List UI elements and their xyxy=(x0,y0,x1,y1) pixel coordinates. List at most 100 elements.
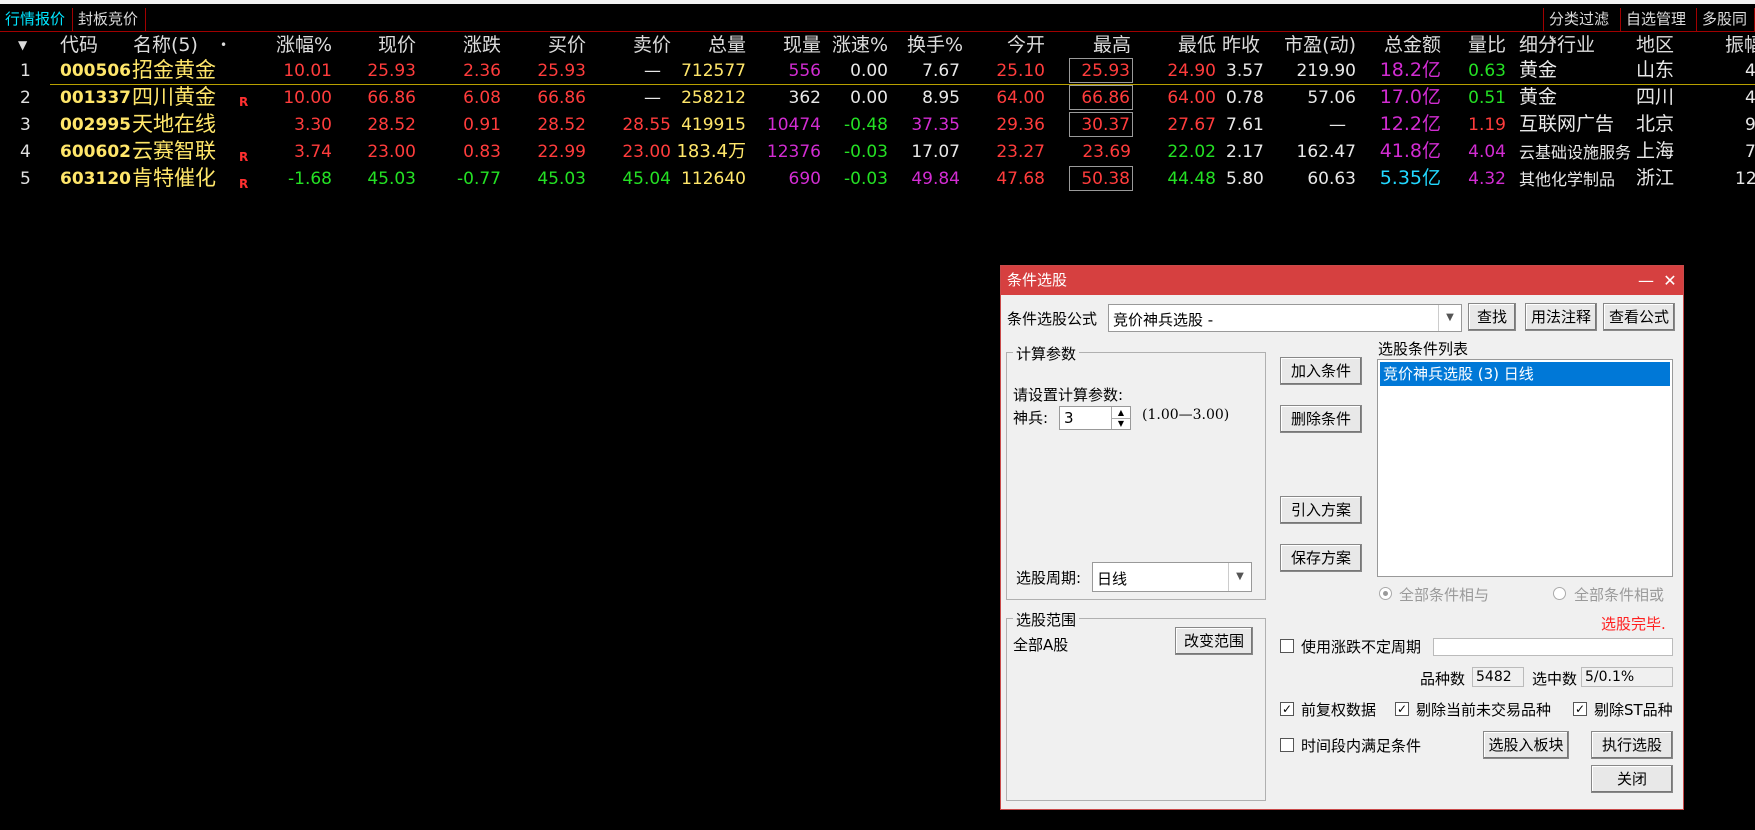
chg-pct: -1.68 xyxy=(288,169,332,189)
col-open[interactable]: 今开 xyxy=(970,33,1045,57)
period-select[interactable]: 日线 ▼ xyxy=(1092,562,1252,592)
find-button[interactable]: 查找 xyxy=(1468,303,1516,331)
col-bid[interactable]: 买价 xyxy=(505,33,586,57)
param-spinner[interactable]: 3 ▲ ▼ xyxy=(1059,406,1131,430)
col-vr[interactable]: 量比 xyxy=(1450,33,1506,57)
tab-filter[interactable]: 分类过滤* xyxy=(1543,8,1621,51)
sort-arrow-icon[interactable]: ▼ xyxy=(18,33,27,57)
ask: 45.04 xyxy=(622,169,671,189)
time-period-label: 时间段内满足条件 xyxy=(1301,737,1422,755)
price: 66.86 xyxy=(367,88,416,108)
prev-close: 7.61 xyxy=(1226,115,1264,135)
chg: 0.91 xyxy=(463,115,501,135)
col-price[interactable]: 现价 xyxy=(340,33,416,57)
col-code[interactable]: 代码 xyxy=(60,33,98,57)
high: 50.38 xyxy=(1069,166,1133,191)
col-ask[interactable]: 卖价 xyxy=(590,33,671,57)
amplitude: 9 xyxy=(1745,115,1755,135)
exclude-st-checkbox[interactable]: ✓ xyxy=(1573,702,1587,716)
open: 47.68 xyxy=(996,169,1045,189)
col-pe[interactable]: 市盈(动) xyxy=(1270,33,1356,57)
speed: 0.00 xyxy=(850,88,888,108)
col-cur-vol[interactable]: 现量 xyxy=(745,33,821,57)
row-index: 2 xyxy=(20,88,31,108)
tab-auction[interactable]: 封板竞价 xyxy=(73,8,146,31)
col-speed[interactable]: 涨速% xyxy=(820,33,888,57)
vol: 419915 xyxy=(681,115,746,135)
add-condition-button[interactable]: 加入条件 xyxy=(1280,357,1362,385)
industry: 云基础设施服务 xyxy=(1519,143,1632,162)
radio-or-label: 全部条件相或 xyxy=(1574,586,1665,604)
col-chg[interactable]: 涨跌 xyxy=(420,33,501,57)
pe: 57.06 xyxy=(1307,88,1356,108)
exclude-notrade-label: 剔除当前未交易品种 xyxy=(1416,701,1552,719)
condition-list[interactable]: 竞价神兵选股 (3) 日线 xyxy=(1377,359,1673,577)
margin-mark: R xyxy=(239,95,249,109)
volume-ratio: 4.04 xyxy=(1468,142,1506,162)
speed: -0.48 xyxy=(844,115,888,135)
speed: -0.03 xyxy=(844,142,888,162)
variable-period-input[interactable] xyxy=(1433,638,1673,656)
tab-quotes[interactable]: 行情报价 xyxy=(0,8,73,31)
col-vol[interactable]: 总量 xyxy=(670,33,746,57)
list-item[interactable]: 竞价神兵选股 (3) 日线 xyxy=(1380,362,1670,386)
chevron-down-icon[interactable]: ▼ xyxy=(1438,305,1461,331)
radio-and[interactable] xyxy=(1379,587,1392,600)
dialog-titlebar[interactable]: 条件选股 — ✕ xyxy=(1001,266,1683,295)
use-variable-checkbox[interactable] xyxy=(1280,639,1294,653)
volume-ratio: 0.63 xyxy=(1468,61,1506,81)
col-high[interactable]: 最高 xyxy=(1050,33,1131,57)
col-prev[interactable]: 昨收 xyxy=(1222,33,1260,57)
col-turnover[interactable]: 换手% xyxy=(890,33,963,57)
vol: 183.4万 xyxy=(676,141,746,162)
dialog-title: 条件选股 xyxy=(1007,271,1068,289)
open: 25.10 xyxy=(996,61,1045,81)
stock-code: 000506 xyxy=(60,61,131,81)
radio-or[interactable] xyxy=(1553,587,1566,600)
col-name[interactable]: 名称(5) xyxy=(133,33,198,57)
time-period-checkbox[interactable] xyxy=(1280,738,1294,752)
col-low[interactable]: 最低 xyxy=(1140,33,1216,57)
bid: 66.86 xyxy=(537,88,586,108)
tab-watchlist[interactable]: 自选管理 xyxy=(1621,8,1697,31)
turnover: 17.07 xyxy=(911,142,960,162)
usage-notes-button[interactable]: 用法注释 xyxy=(1525,303,1597,331)
vol: 112640 xyxy=(681,169,746,189)
cur-vol: 362 xyxy=(788,88,821,108)
margin-mark: R xyxy=(239,177,249,191)
col-amount[interactable]: 总金额 xyxy=(1360,33,1441,57)
close-button[interactable]: 关闭 xyxy=(1591,765,1673,793)
selected-label: 选中数 xyxy=(1532,670,1578,688)
pe: 219.90 xyxy=(1296,61,1356,81)
execute-button[interactable]: 执行选股 xyxy=(1591,731,1673,759)
col-industry[interactable]: 细分行业 xyxy=(1519,33,1595,57)
chevron-down-icon[interactable]: ▼ xyxy=(1228,563,1251,591)
tab-multi[interactable]: 多股同列 xyxy=(1697,8,1755,31)
exclude-notrade-checkbox[interactable]: ✓ xyxy=(1395,702,1409,716)
param-range: (1.00—3.00) xyxy=(1142,407,1230,423)
formula-value: 竞价神兵选股 - xyxy=(1113,311,1214,329)
save-plan-button[interactable]: 保存方案 xyxy=(1280,544,1362,572)
view-formula-button[interactable]: 查看公式 xyxy=(1603,303,1675,331)
col-region[interactable]: 地区 xyxy=(1636,33,1674,57)
change-scope-button[interactable]: 改变范围 xyxy=(1175,627,1253,655)
adjust-label: 前复权数据 xyxy=(1301,701,1377,719)
spin-down-icon[interactable]: ▼ xyxy=(1111,418,1130,429)
amplitude: 7 xyxy=(1745,142,1755,162)
delete-condition-button[interactable]: 删除条件 xyxy=(1280,405,1362,433)
col-amp[interactable]: 振幅 xyxy=(1725,33,1755,57)
chg: -0.77 xyxy=(457,169,501,189)
col-chg-pct[interactable]: 涨幅% xyxy=(250,33,332,57)
stock-code: 002995 xyxy=(60,115,131,135)
add-to-block-button[interactable]: 选股入板块 xyxy=(1483,731,1569,759)
chg-pct: 3.74 xyxy=(294,142,332,162)
close-icon[interactable]: ✕ xyxy=(1659,266,1681,295)
minimize-icon[interactable]: — xyxy=(1635,266,1657,295)
stock-name: 四川黄金 xyxy=(132,85,216,109)
exclude-st-label: 剔除ST品种 xyxy=(1594,701,1673,719)
volume-ratio: 0.51 xyxy=(1468,88,1506,108)
adjust-checkbox[interactable]: ✓ xyxy=(1280,702,1294,716)
amount: 5.35亿 xyxy=(1379,167,1441,189)
import-plan-button[interactable]: 引入方案 xyxy=(1280,496,1362,524)
formula-select[interactable]: 竞价神兵选股 - ▼ xyxy=(1108,304,1462,332)
